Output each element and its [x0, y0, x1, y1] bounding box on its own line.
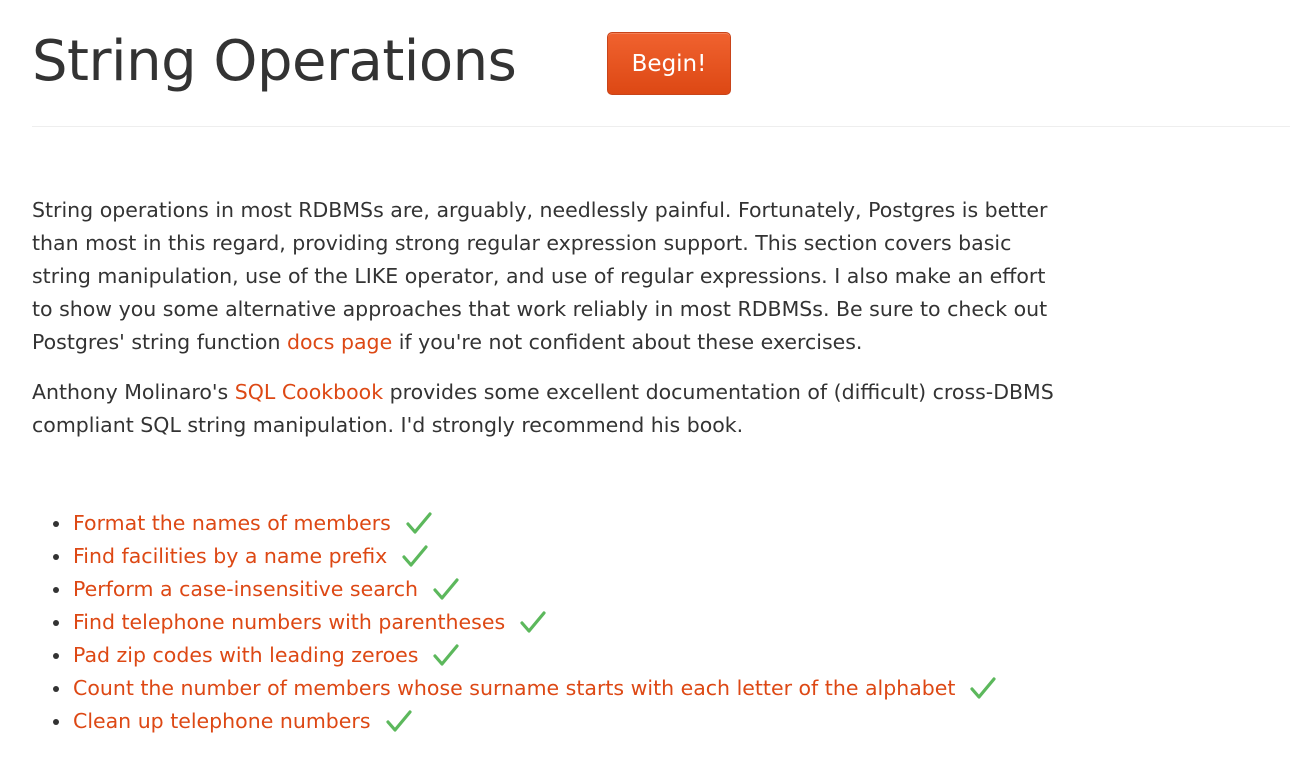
intro-paragraph-2: Anthony Molinaro's SQL Cookbook provides… [32, 376, 1062, 442]
checkmark-icon [385, 710, 412, 732]
checkmark-icon [433, 578, 459, 600]
exercise-link[interactable]: Perform a case-insensitive search [73, 577, 418, 601]
exercise-item: Count the number of members whose surnam… [52, 672, 997, 705]
exercise-link[interactable]: Clean up telephone numbers [73, 709, 371, 733]
exercise-list: Format the names of members Find faciliti… [32, 507, 997, 738]
page: String Operations Begin! String operatio… [0, 0, 1290, 774]
header-divider [32, 126, 1290, 127]
exercise-link[interactable]: Find facilities by a name prefix [73, 544, 387, 568]
intro-paragraph-1: String operations in most RDBMSs are, ar… [32, 194, 1062, 359]
checkmark-icon [406, 512, 432, 534]
page-header: String Operations [32, 22, 517, 102]
exercise-item: Perform a case-insensitive search [52, 573, 997, 606]
exercise-item: Clean up telephone numbers [52, 705, 997, 738]
intro-text: if you're not confident about these exer… [392, 330, 863, 354]
exercise-item: Find telephone numbers with parentheses [52, 606, 997, 639]
exercise-link[interactable]: Format the names of members [73, 511, 391, 535]
sql-cookbook-link[interactable]: SQL Cookbook [235, 380, 383, 404]
exercise-item: Pad zip codes with leading zeroes [52, 639, 997, 672]
exercise-link[interactable]: Count the number of members whose surnam… [73, 676, 955, 700]
checkmark-icon [402, 545, 428, 567]
checkmark-icon [520, 611, 546, 633]
intro-section: String operations in most RDBMSs are, ar… [32, 194, 1062, 459]
checkmark-icon [970, 677, 997, 699]
exercise-link[interactable]: Find telephone numbers with parentheses [73, 610, 505, 634]
exercise-link[interactable]: Pad zip codes with leading zeroes [73, 643, 418, 667]
docs-page-link[interactable]: docs page [287, 330, 392, 354]
intro-text: Anthony Molinaro's [32, 380, 235, 404]
checkmark-icon [433, 644, 460, 666]
exercise-item: Find facilities by a name prefix [52, 540, 997, 573]
exercise-item: Format the names of members [52, 507, 997, 540]
page-title: String Operations [32, 29, 517, 94]
begin-button[interactable]: Begin! [607, 32, 731, 95]
